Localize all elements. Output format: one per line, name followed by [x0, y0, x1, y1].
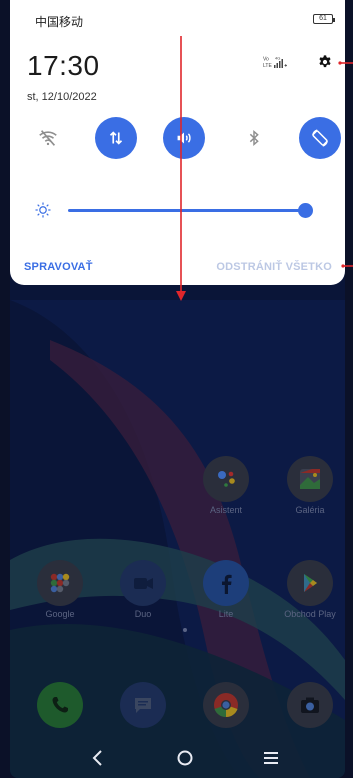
dock-camera[interactable]: [275, 682, 345, 728]
clock-date: st, 12/10/2022: [27, 91, 97, 103]
duo-icon: [120, 560, 166, 606]
google-folder-icon: [37, 560, 83, 606]
volte-bottom-label: LTE: [263, 63, 272, 69]
mobile-data-toggle[interactable]: [95, 117, 137, 159]
gallery-icon: [287, 456, 333, 502]
app-gallery[interactable]: Galéria: [275, 456, 345, 515]
home-icon[interactable]: [173, 746, 197, 770]
app-label: Asistent: [209, 505, 242, 515]
app-label: Duo: [134, 609, 152, 619]
phone-icon: [37, 682, 83, 728]
recents-menu-icon[interactable]: [259, 746, 283, 770]
play-store-icon: [287, 560, 333, 606]
facebook-lite-icon: [203, 560, 249, 606]
back-icon[interactable]: [86, 746, 110, 770]
auto-rotate-toggle[interactable]: [299, 117, 341, 159]
speaker-icon: [177, 132, 191, 144]
brightness-slider-thumb[interactable]: [298, 203, 313, 218]
app-facebook-lite[interactable]: Lite: [191, 560, 261, 619]
bluetooth-toggle[interactable]: [233, 117, 275, 159]
chrome-icon: [203, 682, 249, 728]
page-indicator: [183, 628, 187, 632]
app-duo[interactable]: Duo: [108, 560, 178, 619]
clear-all-button[interactable]: ODSTRÁNIŤ VŠETKO: [216, 261, 332, 273]
brightness-icon: [35, 202, 51, 218]
app-google-folder[interactable]: Google: [25, 560, 95, 619]
wifi-off-icon: [39, 130, 57, 146]
wifi-toggle[interactable]: [27, 117, 69, 159]
gear-icon[interactable]: [317, 54, 333, 70]
manage-notifications-button[interactable]: SPRAVOVAŤ: [24, 261, 93, 273]
camera-icon: [287, 682, 333, 728]
app-label: Obchod Play: [284, 609, 336, 619]
dock-chrome[interactable]: [191, 682, 261, 728]
dock-phone[interactable]: [25, 682, 95, 728]
signal-icon: Vo LTE 4G: [263, 56, 287, 69]
sound-toggle[interactable]: [163, 117, 205, 159]
volte-top-label: Vo: [263, 57, 269, 63]
navigation-bar: [10, 738, 345, 778]
bluetooth-icon: [249, 129, 259, 147]
messages-icon: [120, 682, 166, 728]
notification-shade: 中国移动 61 17:30 st, 12/10/2022 Vo LTE 4G S…: [10, 0, 345, 285]
app-label: Lite: [218, 609, 234, 619]
data-transfer-icon: [109, 131, 123, 145]
dock-messages[interactable]: [108, 682, 178, 728]
app-assistant[interactable]: Asistent: [191, 456, 261, 515]
assistant-icon: [203, 456, 249, 502]
clock-time: 17:30: [27, 50, 100, 81]
carrier-name: 中国移动: [35, 15, 84, 29]
app-label: Google: [45, 609, 75, 619]
brightness-slider[interactable]: [68, 209, 306, 212]
brightness-control: [10, 195, 345, 225]
network-type-label: 4G: [275, 56, 280, 61]
app-play-store[interactable]: Obchod Play: [275, 560, 345, 619]
phone-screen: Asistent Galéria Google Duo Lite Obchod …: [10, 0, 345, 778]
battery-icon: 61: [313, 14, 335, 24]
quick-settings-tiles: [10, 117, 345, 163]
status-bar: 中国移动 61: [10, 0, 345, 30]
auto-rotate-icon: [312, 129, 328, 147]
app-label: Galéria: [295, 505, 325, 515]
